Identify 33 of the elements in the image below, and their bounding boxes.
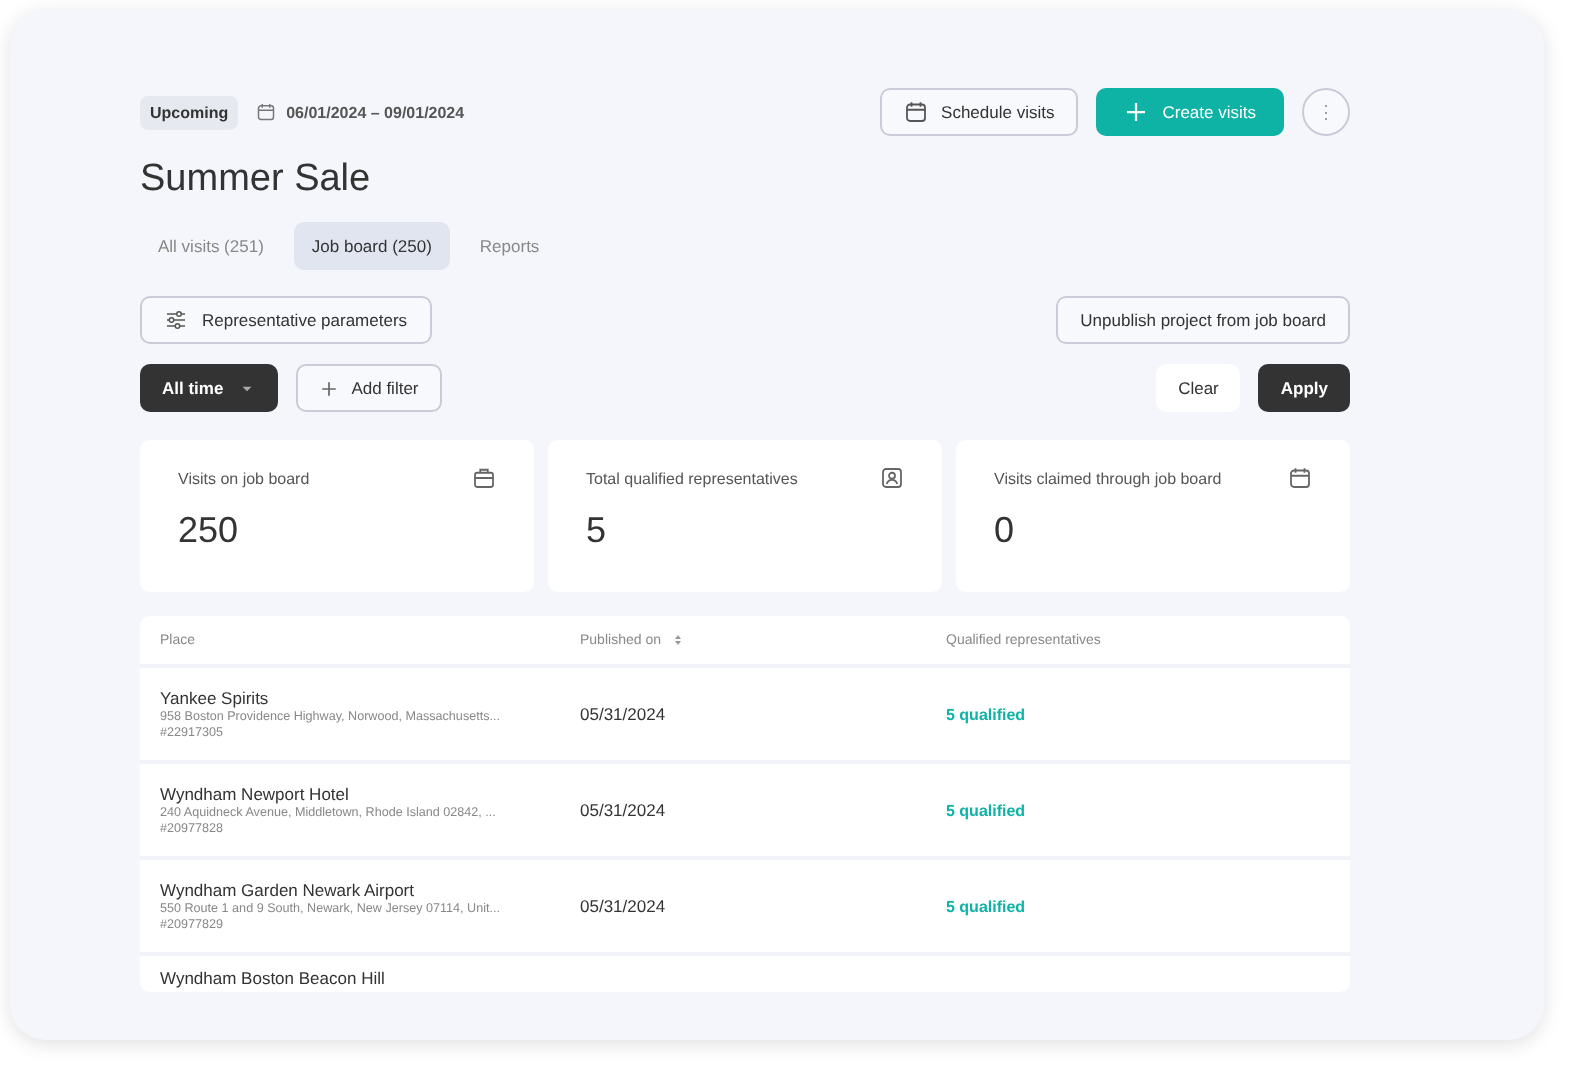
unpublish-button[interactable]: Unpublish project from job board — [1056, 296, 1350, 344]
apply-button[interactable]: Apply — [1258, 364, 1350, 412]
time-dropdown[interactable]: All time — [140, 364, 278, 412]
place-name: Wyndham Garden Newark Airport — [160, 880, 415, 900]
calendar-icon — [903, 100, 928, 124]
published-date: 05/31/2024 — [580, 800, 666, 820]
plus-icon — [1124, 100, 1149, 124]
parameters-button[interactable]: Representative parameters — [140, 296, 432, 344]
published-date: 05/31/2024 — [580, 896, 666, 916]
status-badge: Upcoming — [140, 95, 239, 129]
published-date: 05/31/2024 — [580, 704, 666, 724]
tab[interactable]: Job board (250) — [293, 222, 450, 270]
sliders-icon — [164, 308, 188, 332]
calendar-icon — [256, 102, 277, 122]
stat-label: Visits claimed through job board — [994, 469, 1222, 487]
stat-label: Total qualified representatives — [586, 469, 798, 487]
plus-icon — [319, 379, 338, 397]
place-name: Wyndham Boston Beacon Hill — [160, 968, 385, 988]
stat-label: Visits on job board — [178, 469, 310, 487]
page-title: Summer Sale — [140, 158, 373, 202]
person-icon — [880, 466, 904, 490]
place-name: Wyndham Newport Hotel — [160, 784, 349, 804]
briefcase-icon — [472, 466, 496, 490]
stat-value: 5 — [586, 510, 609, 552]
sort-icon — [670, 632, 687, 648]
clear-button[interactable]: Clear — [1156, 364, 1241, 412]
date-range: 06/01/2024 – 09/01/2024 — [286, 103, 465, 121]
stat-value: 250 — [178, 510, 241, 552]
add-filter-button[interactable]: Add filter — [295, 364, 443, 412]
place-name: Yankee Spirits — [160, 688, 269, 708]
calendar-icon — [1288, 466, 1312, 490]
stat-value: 0 — [994, 510, 1017, 552]
schedule-button[interactable]: Schedule visits — [879, 88, 1079, 136]
